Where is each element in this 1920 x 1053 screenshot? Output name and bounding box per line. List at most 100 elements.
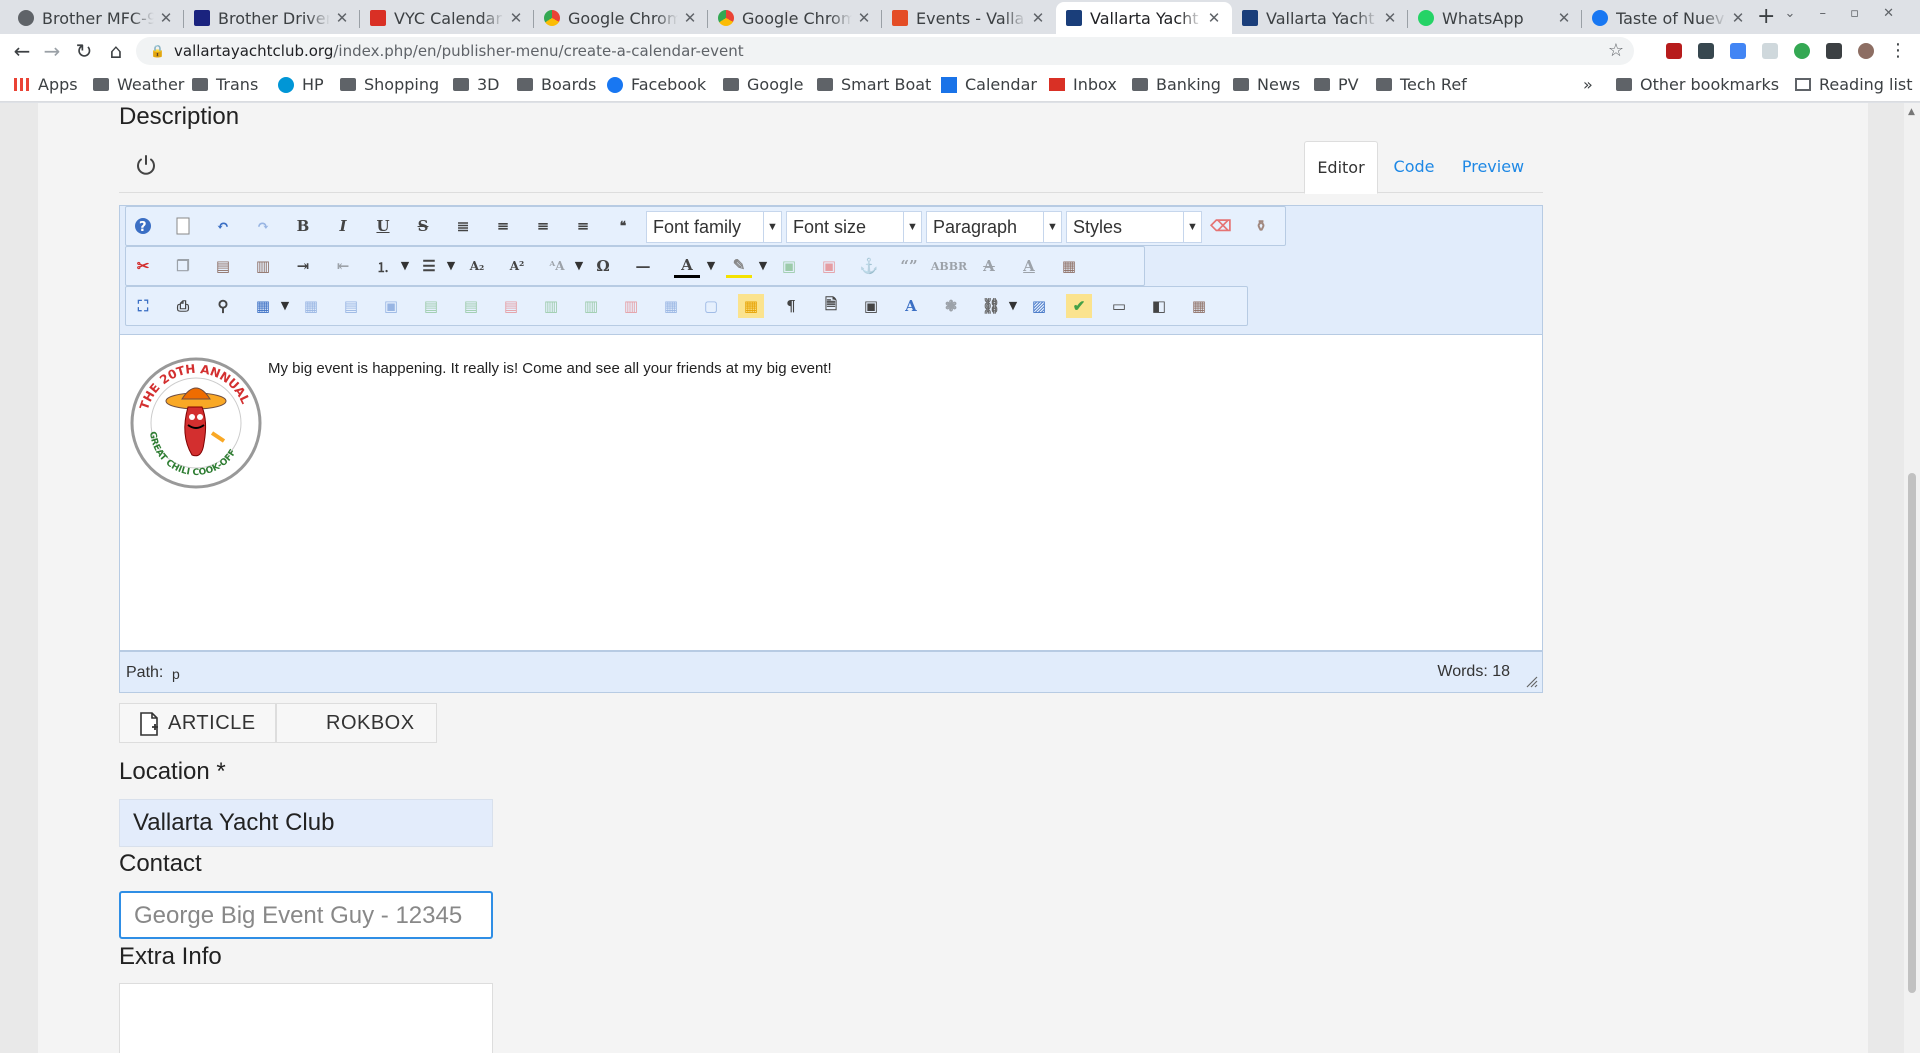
paste-icon[interactable]: ▤ — [210, 254, 236, 278]
bookmark-trans[interactable]: Trans — [192, 75, 258, 94]
browser-tab-active[interactable]: Vallarta Yacht ✕ — [1056, 2, 1232, 34]
browser-tab[interactable]: Brother Driver ✕ — [184, 2, 360, 34]
close-tab-icon[interactable]: ✕ — [1382, 9, 1398, 27]
delete-column-icon[interactable]: ▥ — [618, 294, 644, 318]
copy-icon[interactable]: ❐ — [170, 254, 196, 278]
show-blocks-pilcrow-icon[interactable]: ¶ — [778, 294, 804, 318]
text-color-icon[interactable]: A — [674, 254, 700, 278]
link-icon[interactable]: ⛓ — [978, 294, 1004, 318]
split-cells-icon[interactable]: ▦ — [658, 294, 684, 318]
template-icon[interactable]: ▦ — [1056, 254, 1082, 278]
bookmark-hp[interactable]: HP — [278, 75, 324, 94]
extensions-puzzle-icon[interactable] — [1826, 43, 1842, 59]
rokbox-button[interactable]: ROKBOX — [276, 703, 437, 743]
browser-tab[interactable]: WhatsApp ✕ — [1408, 2, 1582, 34]
deleted-text-icon[interactable]: A — [976, 254, 1002, 278]
numbered-list-dropdown-icon[interactable]: ▼ — [398, 254, 412, 278]
print-icon[interactable]: ⎙ — [170, 294, 196, 318]
fullscreen-icon[interactable]: ⛶ — [130, 294, 156, 318]
merge-cells-icon[interactable]: ▢ — [698, 294, 724, 318]
close-tab-icon[interactable]: ✕ — [1206, 9, 1222, 27]
editor-toggle-power-icon[interactable] — [134, 153, 158, 177]
anchor-icon[interactable]: ⚓ — [856, 254, 882, 278]
insert-column-before-icon[interactable]: ▥ — [538, 294, 564, 318]
editor-content-area[interactable]: THE 20TH ANNUAL GREAT CHILI COOK-OFF My … — [119, 335, 1543, 651]
clipboard-icon[interactable]: ▦ — [1186, 294, 1212, 318]
document-properties-icon[interactable]: 🗎 — [818, 294, 844, 318]
insert-icon[interactable]: ▣ — [776, 254, 802, 278]
bookmark-star-icon[interactable]: ☆ — [1608, 37, 1624, 65]
align-left-icon[interactable]: ≡ — [530, 214, 556, 238]
forward-icon[interactable]: → — [40, 39, 64, 63]
media-icon[interactable]: ❃ — [938, 294, 964, 318]
page-scrollbar[interactable]: ▲ — [1904, 103, 1920, 1053]
bookmark-inbox[interactable]: Inbox — [1049, 75, 1117, 94]
blockquote-icon[interactable]: ❝ — [610, 214, 636, 238]
horizontal-line-icon[interactable]: ▭ — [1106, 294, 1132, 318]
ublock-extension-icon[interactable] — [1666, 43, 1682, 59]
help-icon[interactable]: ? — [130, 214, 156, 238]
new-tab-icon[interactable]: + — [1757, 4, 1775, 29]
abbreviation-icon[interactable]: ABBR — [931, 254, 967, 278]
styles-select[interactable]: Styles ▼ — [1066, 211, 1202, 243]
reading-list[interactable]: Reading list — [1795, 75, 1913, 94]
scroll-up-arrow-icon[interactable]: ▲ — [1908, 107, 1915, 117]
close-tab-icon[interactable]: ✕ — [508, 9, 524, 27]
browser-tab[interactable]: Events - Vallart ✕ — [882, 2, 1056, 34]
close-tab-icon[interactable]: ✕ — [1556, 9, 1572, 27]
align-right-icon[interactable]: ≡ — [570, 214, 596, 238]
extra-info-textarea[interactable] — [119, 983, 493, 1053]
table-cell-props-icon[interactable]: ▣ — [378, 294, 404, 318]
paste-text-icon[interactable]: ▥ — [250, 254, 276, 278]
text-case-icon[interactable]: ᴬA — [544, 254, 570, 278]
home-icon[interactable]: ⌂ — [104, 39, 128, 63]
path-element[interactable]: p — [172, 666, 180, 682]
table-dropdown-icon[interactable]: ▼ — [278, 294, 292, 318]
bookmarks-overflow-button[interactable]: » — [1583, 75, 1593, 94]
bookmark-calendar[interactable]: Calendar — [941, 75, 1037, 94]
image-manager-icon[interactable]: ▨ — [1026, 294, 1052, 318]
bookmark-apps[interactable]: Apps — [14, 75, 78, 94]
visual-aid-icon[interactable]: ▦ — [738, 294, 764, 318]
tab-code[interactable]: Code — [1382, 141, 1446, 193]
tab-preview[interactable]: Preview — [1452, 141, 1534, 193]
undo-icon[interactable]: ↶ — [210, 214, 236, 238]
location-input[interactable]: Vallarta Yacht Club — [119, 799, 493, 847]
bookmark-google[interactable]: Google — [723, 75, 803, 94]
bullet-list-dropdown-icon[interactable]: ▼ — [444, 254, 458, 278]
table-icon[interactable]: ▦ — [250, 294, 276, 318]
bookmark-weather[interactable]: Weather — [93, 75, 184, 94]
subscript-icon[interactable]: A₂ — [464, 254, 490, 278]
text-color-dropdown-icon[interactable]: ▼ — [704, 254, 718, 278]
resize-handle-icon[interactable] — [1526, 676, 1538, 688]
editor-body-text[interactable]: My big event is happening. It really is!… — [268, 360, 832, 377]
table-delete-icon[interactable]: ▦ — [298, 294, 324, 318]
bullet-list-icon[interactable]: ☰ — [416, 254, 442, 278]
close-tab-icon[interactable]: ✕ — [334, 9, 350, 27]
font-size-select[interactable]: Font size ▼ — [786, 211, 922, 243]
bookmark-boards[interactable]: Boards — [517, 75, 596, 94]
eraser-icon[interactable]: ⌫ — [1208, 214, 1234, 238]
insert-row-before-icon[interactable]: ▤ — [418, 294, 444, 318]
highlight-color-icon[interactable]: ✎ — [726, 254, 752, 278]
underline-icon[interactable]: U — [370, 214, 396, 238]
bookmark-tech-ref[interactable]: Tech Ref — [1376, 75, 1467, 94]
insert-article-button[interactable]: ARTICLE — [119, 703, 276, 743]
delete-icon[interactable]: ▣ — [816, 254, 842, 278]
bookmark-pv[interactable]: PV — [1314, 75, 1359, 94]
style-props-icon[interactable]: A — [898, 294, 924, 318]
insert-row-after-icon[interactable]: ▤ — [458, 294, 484, 318]
back-icon[interactable]: ← — [10, 39, 34, 63]
font-family-select[interactable]: Font family ▼ — [646, 211, 782, 243]
close-tab-icon[interactable]: ✕ — [856, 9, 872, 27]
spellcheck-icon[interactable]: ✔ — [1066, 294, 1092, 318]
browser-tab[interactable]: Brother MFC-9 ✕ — [8, 2, 184, 34]
outdent-icon[interactable]: ⇤ — [330, 254, 356, 278]
browser-tab[interactable]: Taste of Nueva ✕ — [1582, 2, 1756, 34]
bold-icon[interactable]: B — [290, 214, 316, 238]
bookmark-banking[interactable]: Banking — [1132, 75, 1221, 94]
bookmark-news[interactable]: News — [1233, 75, 1300, 94]
highlight-dropdown-icon[interactable]: ▼ — [756, 254, 770, 278]
table-row-props-icon[interactable]: ▤ — [338, 294, 364, 318]
superscript-icon[interactable]: A² — [504, 254, 530, 278]
